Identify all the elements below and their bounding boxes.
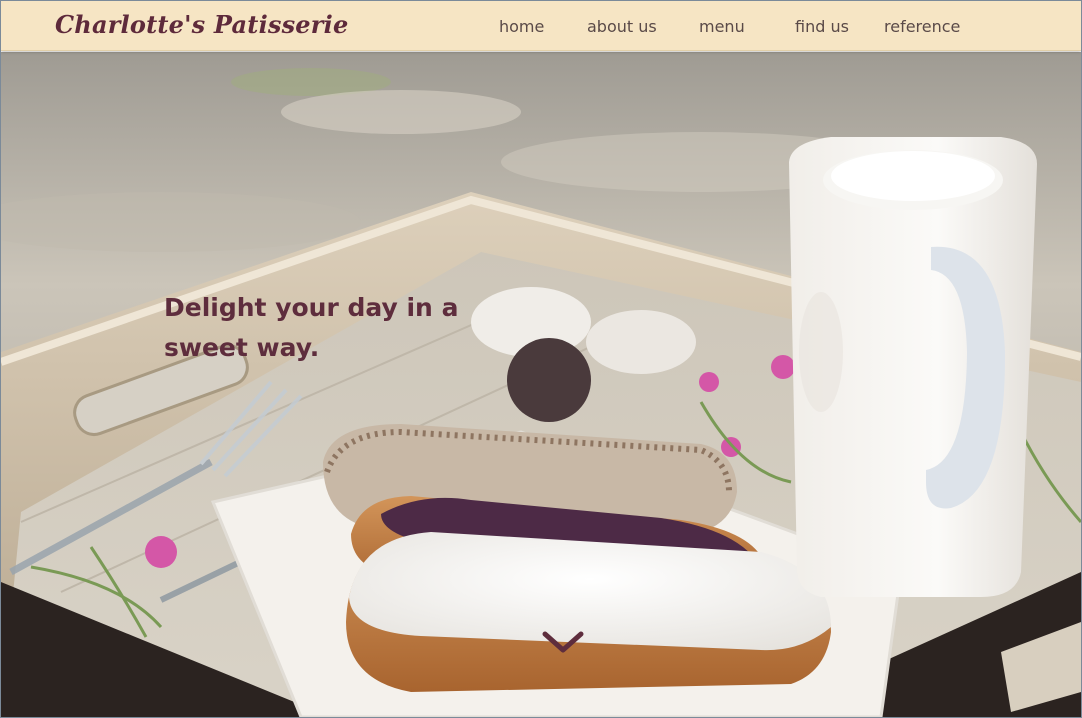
hero-heading-line-1: Delight your day in a [164,293,459,322]
hero-heading-line-2: sweet way. [164,333,320,362]
nav-link-home[interactable]: home [499,17,544,36]
brand-logo[interactable]: Charlotte's Patisserie [55,10,348,39]
site-header: Charlotte's Patisserie home about us men… [1,1,1081,51]
nav-link-menu[interactable]: menu [699,17,745,36]
nav-link-about-us[interactable]: about us [587,17,657,36]
hero-heading: Delight your day in a sweet way. [164,288,484,368]
nav-link-reference[interactable]: reference [884,17,960,36]
hero-section: Delight your day in a sweet way. [1,52,1081,717]
chevron-down-icon[interactable] [541,628,585,656]
hero-background-image [1,52,1081,717]
nav-link-find-us[interactable]: find us [795,17,849,36]
